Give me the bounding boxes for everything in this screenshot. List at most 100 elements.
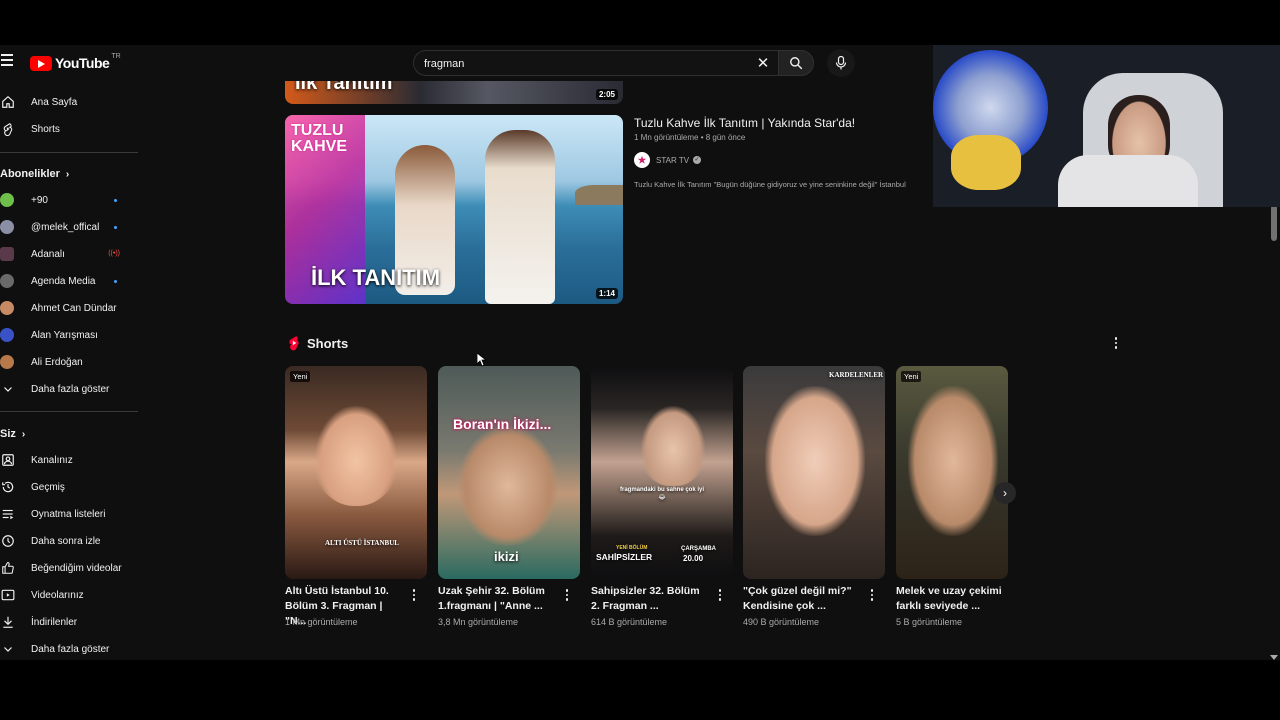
short-card[interactable]: Boran'ın İkizi... ikizi Uzak Şehir 32. B… (438, 366, 580, 627)
channel-avatar (0, 193, 14, 207)
verified-icon: ✓ (693, 156, 702, 164)
short-more-options-icon[interactable] (562, 589, 572, 605)
menu-icon[interactable] (0, 54, 14, 68)
live-icon: ((•)) (108, 250, 120, 257)
sidebar-item-your-videos[interactable]: Videolarınız (0, 584, 138, 606)
subscription-item[interactable]: @melek_offical (0, 216, 138, 238)
channel-avatar (0, 247, 14, 261)
sidebar-item-your-channel[interactable]: Kanalınız (0, 449, 138, 471)
short-card[interactable]: KARDELENLER "Çok güzel değil mi?" Kendis… (743, 366, 885, 627)
sidebar-item-home[interactable]: Ana Sayfa (0, 91, 138, 113)
thumbnail-face (908, 386, 998, 536)
subscription-item[interactable]: Ahmet Can Dündar (0, 297, 138, 319)
shorts-next-button[interactable]: › (994, 482, 1016, 504)
video-title[interactable]: Tuzlu Kahve İlk Tanıtım | Yakında Star'd… (634, 116, 855, 130)
sidebar-divider (0, 411, 138, 412)
short-views: 1 Mn görüntüleme (285, 617, 358, 627)
channel-info[interactable]: STAR TV ✓ (634, 152, 702, 168)
short-thumbnail[interactable]: Yeni ALTI ÜSTÜ İSTANBUL (285, 366, 427, 579)
new-content-dot (114, 280, 117, 283)
shorts-shelf-header: Shorts (287, 335, 348, 351)
sidebar-item-shorts[interactable]: Shorts (0, 118, 138, 140)
video-metadata: 1 Mn görüntüleme • 8 gün önce (634, 133, 746, 142)
short-card[interactable]: Yeni ALTI ÜSTÜ İSTANBUL Altı Üstü İstanb… (285, 366, 427, 627)
sidebar-item-label: İndirilenler (31, 616, 78, 628)
subscriptions-header[interactable]: Abonelikler › (0, 168, 69, 180)
new-badge: Yeni (290, 371, 311, 382)
video-thumbnail[interactable]: TUZLU KAHVE İLK TANITIM 1:14 (285, 115, 623, 304)
sidebar-item-playlists[interactable]: Oynatma listeleri (0, 503, 138, 525)
short-more-options-icon[interactable] (715, 589, 725, 605)
you-title: Siz (0, 428, 16, 440)
sidebar-item-downloads[interactable]: İndirilenler (0, 611, 138, 633)
short-card[interactable]: fragmandaki bu sahne çok iyi 😂 YENİ BÖLÜ… (591, 366, 733, 627)
show-more-label: Daha fazla göster (31, 643, 110, 655)
short-title[interactable]: "Çok güzel değil mi?" Kendisine çok ... (743, 584, 863, 614)
subscription-item[interactable]: Adanalı ((•)) (0, 243, 138, 265)
show-more-subscriptions[interactable]: Daha fazla göster (0, 378, 138, 400)
chevron-down-icon (0, 641, 16, 657)
logo-text: YouTube (55, 55, 110, 71)
voice-search-button[interactable] (827, 49, 855, 77)
subscriptions-title: Abonelikler (0, 168, 60, 180)
short-more-options-icon[interactable] (867, 589, 877, 605)
show-more-you[interactable]: Daha fazla göster (0, 638, 138, 660)
subscription-label: @melek_offical (31, 221, 100, 233)
thumbs-up-icon (0, 560, 16, 576)
channel-avatar (0, 328, 14, 342)
subscription-item[interactable]: Alan Yarışması (0, 324, 138, 346)
short-card[interactable]: Yeni Melek ve uzay çekimi farklı seviyed… (896, 366, 1008, 627)
sidebar-item-watch-later[interactable]: Daha sonra izle (0, 530, 138, 552)
short-thumbnail[interactable]: fragmandaki bu sahne çok iyi 😂 YENİ BÖLÜ… (591, 366, 733, 579)
microphone-icon (835, 56, 847, 70)
sidebar-divider (0, 152, 138, 153)
new-badge: Yeni (901, 371, 922, 382)
thumbnail-overlay-text: YENİ BÖLÜM (616, 545, 648, 551)
subscription-item[interactable]: +90 (0, 189, 138, 211)
shorts-more-options-icon[interactable] (1111, 335, 1121, 351)
video-icon (0, 587, 16, 603)
sidebar-item-liked-videos[interactable]: Beğendiğim videolar (0, 557, 138, 579)
thumbnail-overlay-text: ikizi (494, 549, 519, 564)
short-title[interactable]: Uzak Şehir 32. Bölüm 1.fragmanı | "Anne … (438, 584, 558, 614)
channel-avatar (0, 220, 14, 234)
short-thumbnail[interactable]: Boran'ın İkizi... ikizi (438, 366, 580, 579)
plush-toy (951, 135, 1021, 190)
thumbnail-overlay-text: fragmandaki bu sahne çok iyi 😂 (619, 487, 705, 501)
video-description: Tuzlu Kahve İlk Tanıtım "Bugün düğüne gi… (634, 180, 906, 189)
sidebar-item-label: Daha sonra izle (31, 535, 101, 547)
sidebar-item-label: Shorts (31, 123, 60, 135)
sidebar-item-history[interactable]: Geçmiş (0, 476, 138, 498)
channel-avatar (0, 355, 14, 369)
thumbnail-overlay-text: İlk Tanıtım (295, 81, 393, 94)
short-thumbnail[interactable]: Yeni (896, 366, 1008, 579)
clear-search-icon[interactable]: ✕ (754, 55, 772, 73)
search-icon (790, 57, 803, 70)
video-thumbnail-top[interactable]: İlk Tanıtım 2:05 (285, 81, 623, 104)
search-button[interactable] (778, 50, 814, 76)
history-icon (0, 479, 16, 495)
youtube-logo[interactable]: YouTube TR (30, 53, 121, 72)
person-body (1058, 155, 1198, 207)
scroll-down-arrow-icon[interactable] (1270, 655, 1278, 660)
chevron-down-icon (0, 381, 16, 397)
subscription-item[interactable]: Ali Erdoğan (0, 351, 138, 373)
short-thumbnail[interactable]: KARDELENLER (743, 366, 885, 579)
subscription-label: Alan Yarışması (31, 329, 98, 341)
short-title[interactable]: Melek ve uzay çekimi farklı seviyede ... (896, 584, 1008, 614)
sidebar-item-label: Geçmiş (31, 481, 65, 493)
thumbnail-face (458, 426, 558, 546)
short-title[interactable]: Sahipsizler 32. Bölüm 2. Fragman ... (591, 584, 711, 614)
you-header[interactable]: Siz › (0, 428, 25, 440)
playlist-icon (0, 506, 16, 522)
chevron-right-icon: › (1003, 486, 1007, 500)
short-views: 614 B görüntüleme (591, 617, 668, 627)
video-duration: 1:14 (595, 288, 618, 299)
short-more-options-icon[interactable] (409, 589, 419, 605)
scrollbar-thumb[interactable] (1271, 205, 1277, 241)
subscription-item[interactable]: Agenda Media (0, 270, 138, 292)
thumbnail-overlay-text: Boran'ın İkizi... (453, 416, 552, 432)
search-input[interactable] (424, 55, 744, 72)
thumbnail-overlay-text: 20.00 (683, 554, 704, 563)
thumbnail-logo-text: TUZLU KAHVE (291, 122, 348, 155)
